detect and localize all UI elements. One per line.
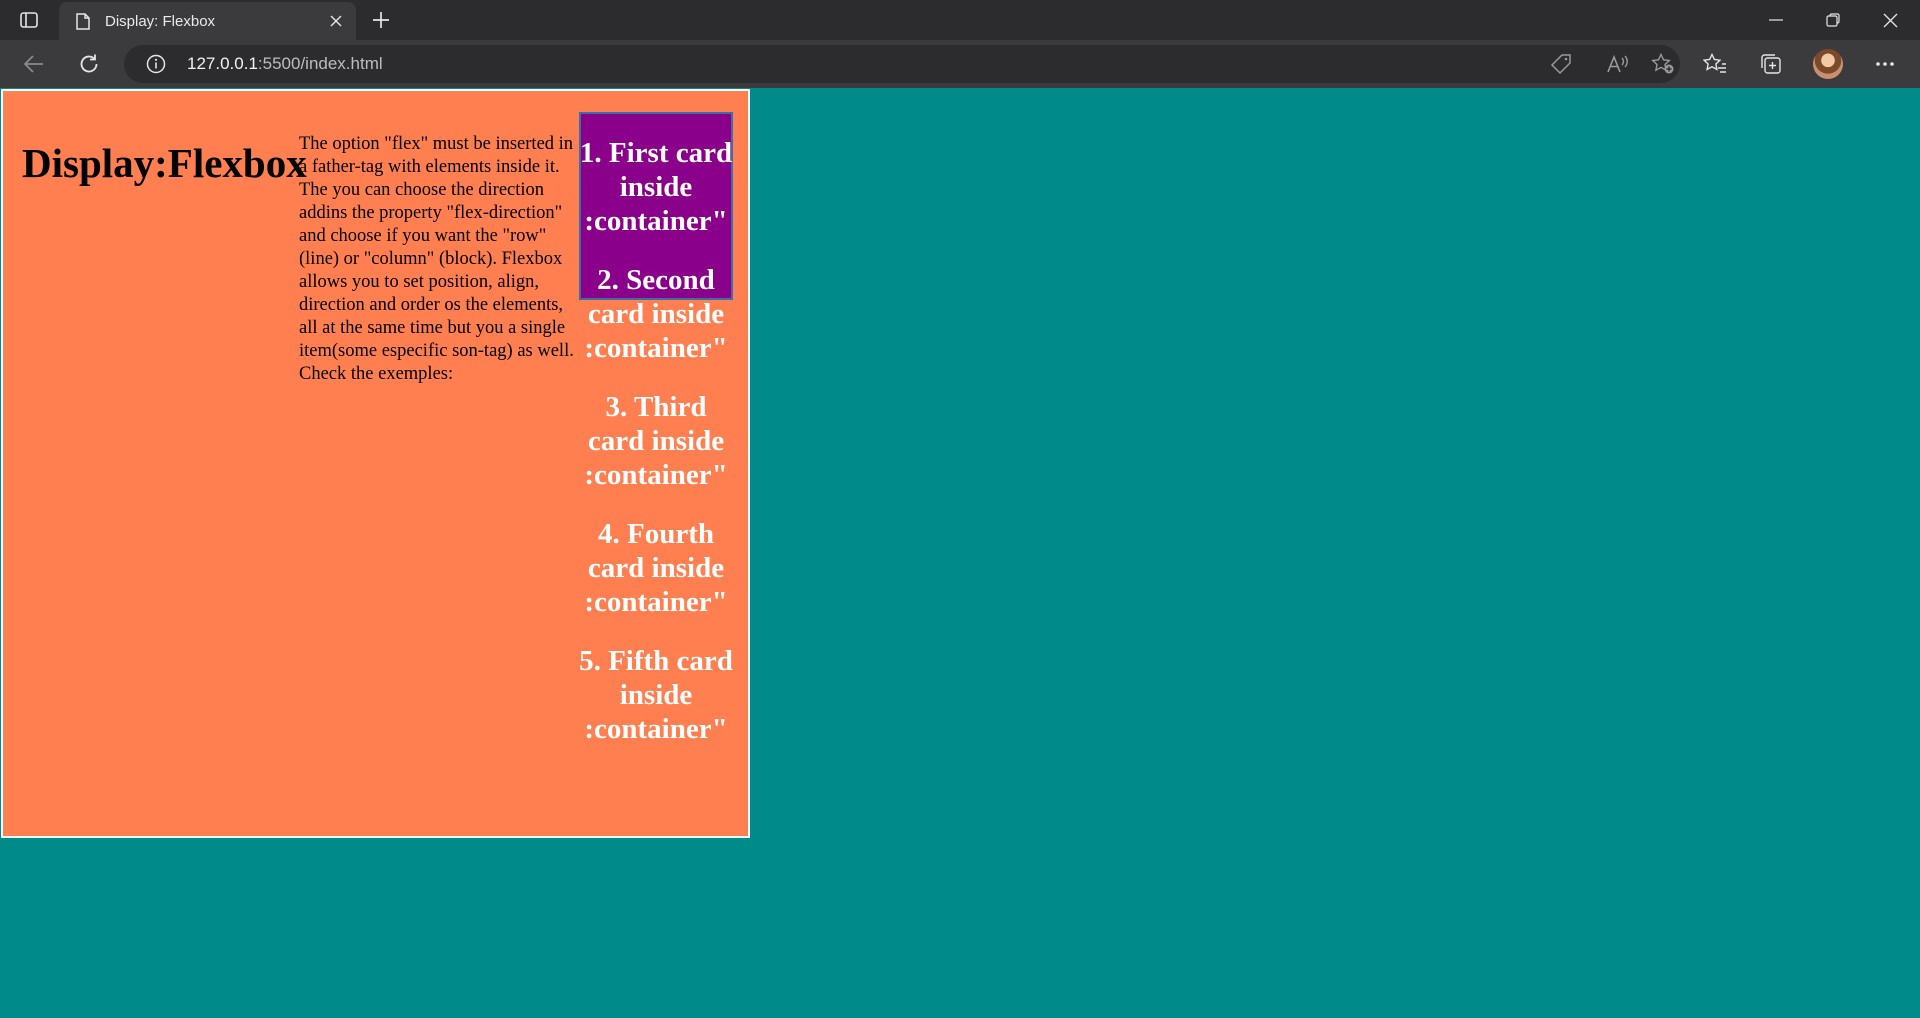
card-2: 2. Second card inside :container" (584, 264, 728, 364)
close-window-button[interactable] (1862, 0, 1918, 40)
card-list: 1. First card inside :container" 2. Seco… (579, 136, 733, 771)
card-4: 4. Fourth card inside :container" (584, 518, 728, 618)
card-3: 3. Third card inside :container" (584, 391, 728, 491)
refresh-button[interactable] (73, 49, 105, 79)
minimize-icon (1769, 19, 1783, 21)
read-aloud-icon[interactable] (1606, 53, 1630, 75)
page-icon (73, 11, 93, 31)
more-icon[interactable] (1872, 52, 1898, 76)
refresh-icon (80, 54, 98, 73)
url-text[interactable]: 127.0.0.1:5500/index.html (187, 54, 383, 74)
flex-container: Display:Flexbox The option "flex" must b… (1, 89, 750, 838)
tab-actions-icon[interactable] (14, 8, 44, 32)
minimize-button[interactable] (1748, 0, 1804, 40)
tag-icon[interactable] (1549, 53, 1573, 75)
back-button[interactable] (18, 49, 50, 79)
avatar[interactable] (1813, 49, 1843, 79)
card-5: 5. Fifth card inside :container" (579, 645, 733, 745)
browser-toolbar: 127.0.0.1:5500/index.html (0, 40, 1920, 88)
collections-icon[interactable] (1758, 52, 1784, 76)
favorites-icon[interactable] (1702, 52, 1728, 76)
tab-title: Display: Flexbox (105, 12, 216, 30)
close-icon (1883, 13, 1897, 27)
restore-button[interactable] (1805, 0, 1861, 40)
browser-tab[interactable]: Display: Flexbox (59, 2, 356, 40)
title-bar: Display: Flexbox (0, 0, 1920, 40)
close-icon[interactable] (322, 7, 350, 35)
plus-icon (373, 12, 389, 28)
star-plus-icon[interactable] (1651, 53, 1675, 75)
arrow-left-icon (24, 55, 43, 73)
url-path: :5500/index.html (257, 54, 383, 73)
restore-icon (1826, 13, 1840, 27)
info-icon[interactable] (146, 54, 166, 74)
page-title: Display:Flexbox (22, 140, 307, 186)
description-paragraph: The option "flex" must be inserted in a … (299, 134, 574, 384)
new-tab-button[interactable] (366, 6, 396, 34)
page-viewport: Display:Flexbox The option "flex" must b… (0, 88, 1920, 1018)
address-bar[interactable]: 127.0.0.1:5500/index.html (124, 45, 1680, 83)
url-host: 127.0.0.1 (187, 54, 258, 73)
card-1: 1. First card inside :container" (579, 137, 733, 237)
